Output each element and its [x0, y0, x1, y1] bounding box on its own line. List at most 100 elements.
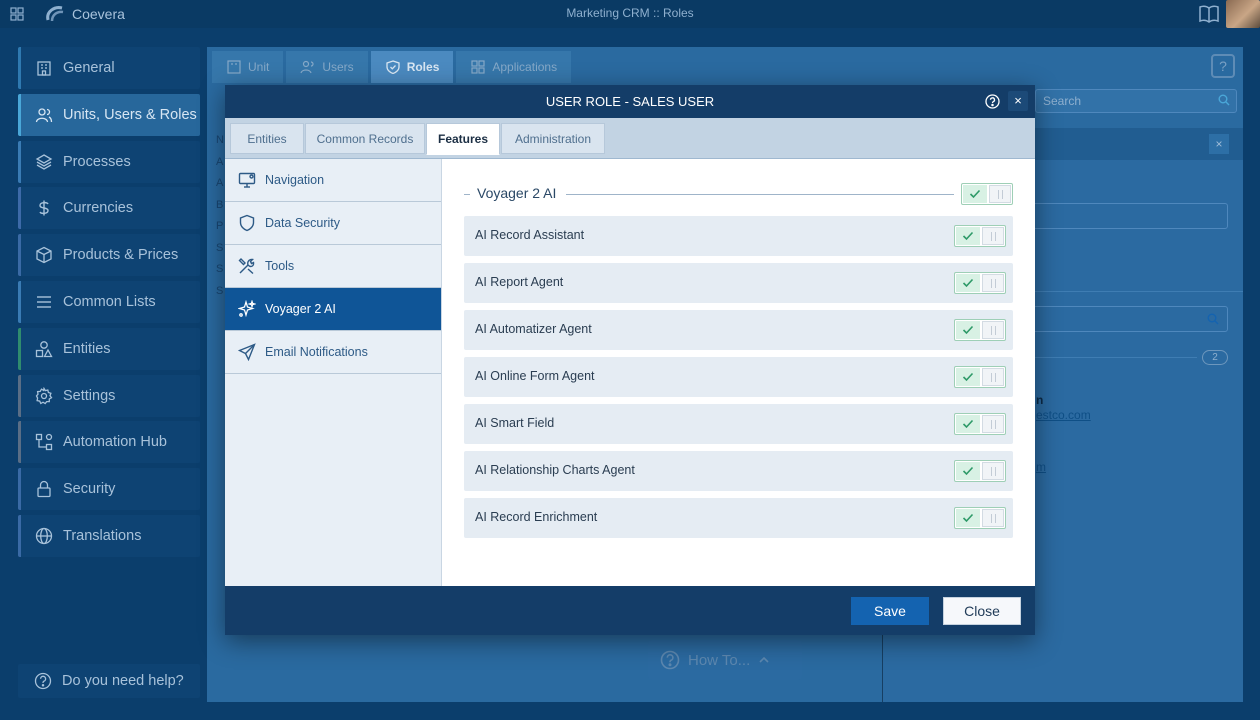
how-to-button[interactable]: How To... — [648, 640, 802, 680]
nav-item-currencies[interactable]: Currencies — [18, 187, 200, 230]
globe-icon — [35, 527, 53, 545]
nav-item-security[interactable]: Security — [18, 468, 200, 511]
nav-item-automation-hub[interactable]: Automation Hub — [18, 421, 200, 464]
nav-label: Common Lists — [63, 293, 156, 310]
feature-toggle[interactable] — [954, 507, 1006, 529]
list-item: P — [216, 220, 224, 232]
tab-common-records[interactable]: Common Records — [305, 123, 425, 154]
feature-toggle[interactable] — [954, 272, 1006, 294]
members-search-input[interactable] — [1020, 306, 1228, 332]
nav-item-settings[interactable]: Settings — [18, 374, 200, 417]
sidebar-item-tools[interactable]: Tools — [225, 245, 441, 288]
sidebar-item-navigation[interactable]: Navigation — [225, 159, 441, 202]
send-icon — [238, 343, 256, 361]
user-role-dialog: USER ROLE - SALES USER × Entities Common… — [225, 85, 1035, 635]
list-item: S — [216, 284, 224, 297]
member-email-link[interactable]: m — [1036, 460, 1046, 474]
search-placeholder: Search — [1043, 94, 1082, 108]
feature-label: AI Record Enrichment — [475, 510, 598, 524]
tab-unit[interactable]: Unit — [212, 51, 284, 83]
check-icon — [962, 325, 974, 335]
feature-toggle[interactable] — [954, 225, 1006, 247]
feature-toggle[interactable] — [954, 319, 1006, 341]
sidebar-item-label: Email Notifications — [265, 345, 368, 359]
tab-label: Users — [322, 60, 354, 74]
toggle-knob — [982, 321, 1004, 339]
tab-users[interactable]: Users — [286, 51, 368, 83]
toggle-knob — [982, 227, 1004, 245]
help-button[interactable]: Do you need help? — [18, 664, 200, 698]
tab-features[interactable]: Features — [426, 123, 500, 155]
feature-label: AI Relationship Charts Agent — [475, 463, 635, 477]
nav-label: General — [63, 60, 115, 76]
feature-label: AI Smart Field — [475, 416, 555, 430]
section-toggle[interactable] — [961, 183, 1013, 205]
tab-entities[interactable]: Entities — [230, 123, 304, 154]
layers-icon — [35, 153, 53, 170]
building-icon — [37, 61, 51, 76]
list-item: S — [216, 241, 224, 254]
nav-item-processes[interactable]: Processes — [18, 140, 200, 183]
tab-label: Unit — [248, 60, 270, 74]
list-item: S — [216, 263, 224, 275]
check-icon — [962, 513, 974, 523]
book-icon[interactable] — [1198, 4, 1220, 24]
toggle-on-state — [956, 368, 980, 386]
toggle-on-state — [956, 509, 980, 527]
box-icon — [36, 246, 52, 264]
search-input[interactable]: Search — [1035, 89, 1237, 113]
feature-row: AI Smart Field — [464, 404, 1013, 444]
sidebar-item-email-notifications[interactable]: Email Notifications — [225, 331, 441, 374]
help-icon[interactable] — [985, 94, 1000, 109]
save-button[interactable]: Save — [851, 597, 929, 625]
divider — [464, 194, 470, 195]
close-button[interactable]: Close — [943, 597, 1021, 625]
background-list: N A A B P S S S — [216, 130, 224, 302]
tab-label: Roles — [406, 60, 440, 74]
tab-roles[interactable]: Roles — [370, 51, 454, 83]
member-name: n — [1036, 393, 1044, 407]
top-bar: Coevera Marketing CRM :: Roles — [0, 0, 1260, 28]
dialog-header: USER ROLE - SALES USER × — [225, 85, 1035, 118]
feature-toggle[interactable] — [954, 413, 1006, 435]
nav-item-units-users-roles[interactable]: Units, Users & Roles — [18, 93, 200, 136]
nav-item-entities[interactable]: Entities — [18, 327, 200, 370]
sparkle-icon — [238, 300, 256, 318]
shield-icon — [239, 214, 255, 232]
avatar[interactable] — [1226, 0, 1260, 28]
tab-applications[interactable]: Applications — [456, 51, 572, 83]
feature-row: AI Report Agent — [464, 263, 1013, 303]
tab-administration[interactable]: Administration — [501, 123, 605, 154]
users-icon — [35, 108, 53, 123]
gear-icon — [35, 386, 53, 405]
apps-icon — [471, 60, 485, 74]
close-icon[interactable]: × — [1008, 91, 1028, 111]
help-label: Do you need help? — [62, 673, 184, 689]
member-email-link[interactable]: estco.com — [1036, 408, 1091, 422]
toggle-on-state — [956, 462, 980, 480]
feature-toggle[interactable] — [954, 366, 1006, 388]
nav-item-general[interactable]: General — [18, 47, 200, 89]
nav-item-common-lists[interactable]: Common Lists — [18, 280, 200, 323]
sidebar-item-voyager-2-ai[interactable]: Voyager 2 AI — [225, 288, 441, 331]
feature-row: AI Automatizer Agent — [464, 310, 1013, 350]
sidebar-item-data-security[interactable]: Data Security — [225, 202, 441, 245]
sidebar-item-label: Data Security — [265, 216, 341, 230]
detail-close-icon[interactable]: × — [1209, 134, 1229, 154]
help-icon[interactable]: ? — [1211, 54, 1235, 78]
app-title: Marketing CRM :: Roles — [566, 6, 694, 20]
sidebar-item-label: Navigation — [265, 173, 325, 187]
check-icon — [962, 231, 974, 241]
toggle-knob — [982, 509, 1004, 527]
feature-toggle[interactable] — [954, 460, 1006, 482]
nav-item-products-prices[interactable]: Products & Prices — [18, 234, 200, 277]
building-icon — [227, 60, 241, 74]
toggle-on-state — [956, 321, 980, 339]
tools-icon — [238, 258, 255, 275]
left-nav: General Units, Users & Roles Processes C… — [18, 47, 200, 562]
toggle-knob — [989, 185, 1011, 203]
detail-field[interactable] — [1020, 203, 1228, 229]
nav-item-translations[interactable]: Translations — [18, 514, 200, 557]
feature-row: AI Relationship Charts Agent — [464, 451, 1013, 491]
list-item: A — [216, 177, 224, 189]
